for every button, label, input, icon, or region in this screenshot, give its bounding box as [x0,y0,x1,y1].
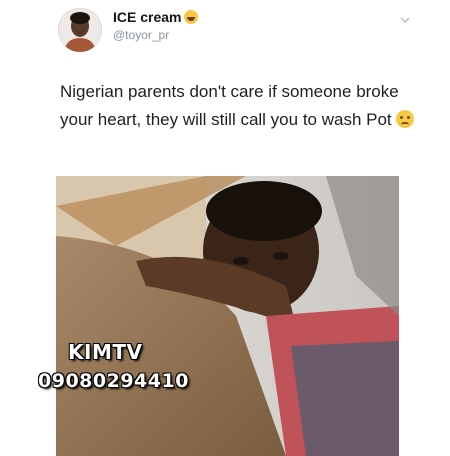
avatar[interactable] [58,8,102,52]
boy-lying-photo [56,176,399,456]
tweet-header: ICE cream @toyor_pr [0,0,450,70]
user-handle[interactable]: @toyor_pr [113,28,169,42]
chevron-down-icon[interactable] [400,15,410,25]
display-name-row[interactable]: ICE cream [113,9,199,25]
watermark-phone: 09080294410 [38,370,189,392]
display-name[interactable]: ICE cream [113,9,181,25]
tweet-media-image[interactable] [56,176,399,456]
tweet-text: Nigerian parents don't care if someone b… [60,78,425,134]
laughing-emoji-icon [184,10,199,24]
tweet-text-body: Nigerian parents don't care if someone b… [60,82,399,129]
watermark-name: KIMTV [68,340,143,364]
sad-emoji-icon [396,110,415,128]
